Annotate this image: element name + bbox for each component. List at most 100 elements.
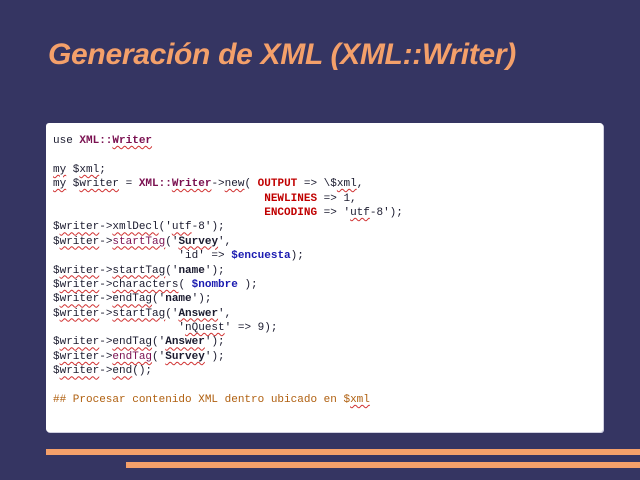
code-token: $nombre xyxy=(191,278,238,291)
code-token: (' xyxy=(158,221,172,234)
code-token: startTag xyxy=(112,264,166,277)
code-token: my xyxy=(53,163,67,176)
code-token: (' xyxy=(152,350,166,363)
code-token: 'id' => xyxy=(53,250,232,263)
code-token: $ xyxy=(53,293,60,306)
code-token: endTag xyxy=(112,336,153,349)
code-token: (' xyxy=(152,293,166,306)
code-token: ', xyxy=(218,235,232,248)
code-token: -> xyxy=(99,336,113,349)
code-token: use xyxy=(53,135,80,147)
code-token: '); xyxy=(204,264,225,277)
code-token: ( xyxy=(178,278,192,291)
code-token: name xyxy=(178,264,205,277)
code-token: '); xyxy=(204,336,225,349)
code-token: Answer xyxy=(165,336,205,349)
code-token: writer xyxy=(59,264,100,277)
code-token: ); xyxy=(237,278,258,291)
code-token: xmlDecl xyxy=(112,221,159,234)
code-token: utf xyxy=(171,221,192,234)
code-token: $ xyxy=(53,350,60,363)
code-token: writer xyxy=(59,221,100,234)
code-token: (); xyxy=(132,365,153,378)
code-token: writer xyxy=(59,350,100,363)
code-token: writer xyxy=(59,235,100,248)
code-token: $ xyxy=(53,264,60,277)
code-line: $writer->xmlDecl('utf-8'); xyxy=(53,220,403,234)
code-token: $ xyxy=(53,336,60,349)
code-token: ' => 9); xyxy=(224,322,278,335)
code-token: new xyxy=(224,178,245,191)
code-token: endTag xyxy=(112,350,153,363)
code-token: OUTPUT xyxy=(257,178,298,191)
code-token: xml xyxy=(350,394,370,407)
code-token: Answer xyxy=(178,307,219,320)
code-token: xml xyxy=(336,178,357,191)
code-token: (' xyxy=(152,336,166,349)
code-token: endTag xyxy=(112,293,153,306)
code-token: writer xyxy=(59,307,100,320)
code-token: Survey xyxy=(178,235,219,248)
code-line: $writer->endTag('name'); xyxy=(53,292,403,306)
code-line: $writer->startTag('Survey', xyxy=(53,235,403,249)
code-panel: use XML::Writer my $xml; my $writer = XML:… xyxy=(46,123,603,432)
code-line: my $writer = XML::Writer->new( OUTPUT =>… xyxy=(53,177,403,191)
code-line: $writer->end(); xyxy=(53,364,403,378)
code-line: 'id' => $encuesta); xyxy=(53,249,403,263)
code-token: ', xyxy=(218,307,232,320)
code-token: $ xyxy=(66,178,80,191)
decorative-bar-top xyxy=(46,449,640,455)
code-line: $writer->startTag('Answer', xyxy=(53,307,403,321)
code-token: utf xyxy=(350,206,370,219)
code-token: -8'); xyxy=(191,221,225,234)
code-token: => \$ xyxy=(297,178,337,191)
code-token: $encuesta xyxy=(231,250,291,263)
code-token: -> xyxy=(99,221,113,234)
code-token: $ xyxy=(66,163,80,176)
slide-title: Generación de XML (XML::Writer) xyxy=(48,38,516,71)
code-line: $writer->endTag('Answer'); xyxy=(53,335,403,349)
code-token: startTag xyxy=(112,235,166,248)
code-token: $ xyxy=(53,235,60,248)
code-token: -> xyxy=(99,350,113,363)
code-token: characters xyxy=(112,278,179,291)
code-token: $ xyxy=(53,307,60,320)
code-token: -> xyxy=(99,235,113,248)
code-token: ( xyxy=(244,178,258,191)
code-line: my $xml; xyxy=(53,163,403,177)
code-token: => 1, xyxy=(317,192,357,205)
code-token: -> xyxy=(99,307,113,320)
code-token: writer xyxy=(59,278,100,291)
code-token: ENCODING xyxy=(264,206,318,219)
code-token: ' xyxy=(53,322,186,335)
code-line: NEWLINES => 1, xyxy=(53,192,403,206)
code-token: startTag xyxy=(112,307,166,320)
code-token: Writer xyxy=(112,135,153,147)
code-token: ; xyxy=(99,163,106,176)
code-token: -> xyxy=(99,293,113,306)
code-token: (' xyxy=(165,235,179,248)
code-token: , xyxy=(356,178,364,191)
decorative-bar-bottom xyxy=(126,462,640,468)
code-token: NEWLINES xyxy=(264,192,318,205)
code-token: nQuest xyxy=(185,322,225,335)
code-token: my xyxy=(53,178,67,191)
code-token: -> xyxy=(99,365,113,378)
code-token: writer xyxy=(79,178,120,191)
code-token: '); xyxy=(191,293,212,306)
code-line: ENCODING => 'utf-8'); xyxy=(53,206,403,220)
code-token: Survey xyxy=(165,350,205,363)
code-token: -8'); xyxy=(369,206,403,219)
code-token: '); xyxy=(204,350,225,363)
code-token: (' xyxy=(165,307,179,320)
code-token: writer xyxy=(59,293,100,306)
code-line: $writer->characters( $nombre ); xyxy=(53,278,403,292)
code-token: name xyxy=(165,293,192,306)
code-token: XML:: xyxy=(138,178,172,191)
code-line: use XML::Writer xyxy=(53,134,403,148)
code-token: -> xyxy=(99,264,113,277)
code-token: end xyxy=(112,365,133,378)
